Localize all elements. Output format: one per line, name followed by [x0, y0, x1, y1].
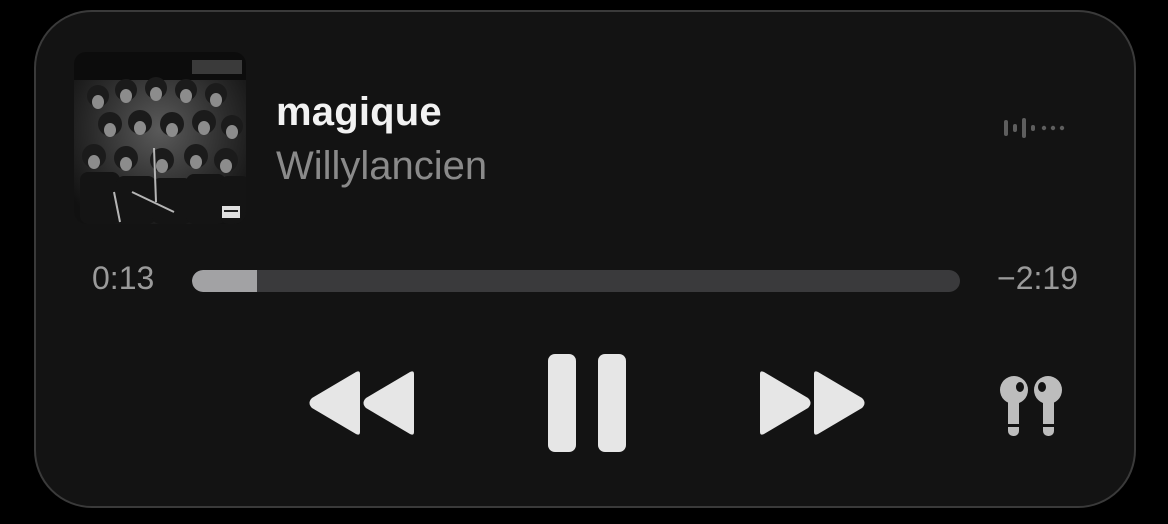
elapsed-time: 0:13	[92, 260, 155, 296]
album-artwork[interactable]	[74, 52, 246, 224]
backward-icon	[309, 371, 414, 435]
pause-button[interactable]	[546, 352, 628, 454]
pause-icon	[548, 354, 626, 452]
playback-scrubber[interactable]	[192, 270, 960, 292]
rewind-button[interactable]	[308, 370, 416, 436]
audio-output-button[interactable]	[998, 374, 1064, 438]
forward-button[interactable]	[758, 370, 866, 436]
playback-progress	[192, 270, 258, 292]
now-playing-widget: magique Willylancien 0:13 −2:19	[34, 10, 1136, 508]
airpods-icon	[1000, 376, 1062, 436]
track-title: magique	[276, 90, 442, 134]
track-artist[interactable]: Willylancien	[276, 144, 487, 189]
forward-icon	[760, 371, 865, 435]
audio-waveform-icon	[1004, 116, 1068, 140]
remaining-time: −2:19	[997, 260, 1078, 296]
